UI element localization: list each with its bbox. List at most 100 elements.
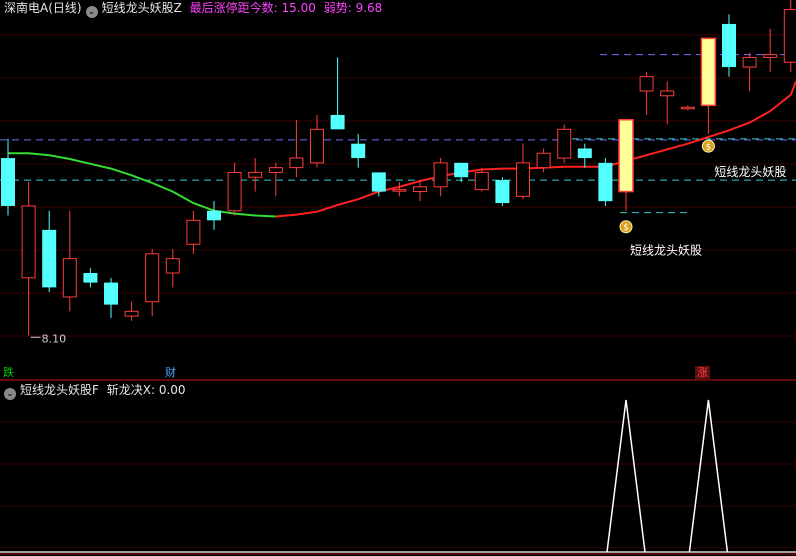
stat1-label: 最后涨停距今数: <box>189 1 278 15</box>
candle-body <box>330 114 345 130</box>
candlestick <box>207 201 221 230</box>
stock-name[interactable]: 深南电A(日线) <box>4 1 82 15</box>
signal-markers: $ 短线龙头妖股 $ 短线龙头妖股 <box>619 139 786 258</box>
grid-lines <box>0 34 796 555</box>
candle-body <box>145 253 160 303</box>
chart-canvas: 8.10 $ 短线龙头妖股 $ 短线龙头妖股 <box>0 0 796 555</box>
candlestick <box>104 277 118 319</box>
candle-body <box>104 282 118 305</box>
signal-spike <box>606 399 646 553</box>
candlestick <box>351 134 366 168</box>
candle-body <box>186 219 201 245</box>
candlestick <box>536 148 551 173</box>
candlestick <box>330 57 345 130</box>
candle-body <box>124 310 139 317</box>
candle-body <box>227 171 242 212</box>
sub-indicator-label: 斩龙决X: <box>106 383 155 397</box>
sub-indicator-name[interactable]: 短线龙头妖股F <box>20 383 99 397</box>
candle-body <box>42 229 57 288</box>
candlestick <box>700 37 717 135</box>
candlestick <box>289 119 304 178</box>
candle-body <box>310 128 324 164</box>
candle-body <box>248 171 263 178</box>
candlestick <box>62 210 77 312</box>
indicator-name[interactable]: 短线龙头妖股Z <box>102 1 182 15</box>
candlestick <box>742 52 757 91</box>
candlestick <box>1 138 15 216</box>
candlestick <box>495 177 510 206</box>
candle-body <box>207 210 221 221</box>
candle-body <box>1 158 15 206</box>
candle-body <box>83 273 98 283</box>
signal-label: 短线龙头妖股 <box>714 165 786 179</box>
candlestick <box>783 0 796 72</box>
candle-body <box>21 205 36 279</box>
candlestick <box>124 301 139 321</box>
candle-body <box>516 162 530 197</box>
candle-body <box>392 189 407 192</box>
candlestick <box>598 158 613 206</box>
sub-indicator-plot <box>0 399 796 553</box>
candle-body <box>598 162 613 202</box>
candlestick <box>83 268 98 288</box>
sub-header: ⌄ 短线龙头妖股F 斩龙决X: 0.00 <box>4 382 190 400</box>
money-bag-icon-glyph: $ <box>706 143 712 153</box>
money-bag-icon-glyph: $ <box>623 223 629 233</box>
candlestick <box>474 167 489 192</box>
candle-body <box>371 172 386 192</box>
candle-body <box>557 128 572 159</box>
dropdown-chevron-icon[interactable]: ⌄ <box>85 6 98 18</box>
candlestick <box>516 143 530 200</box>
low-price-label: 8.10 <box>42 332 67 345</box>
candle-body <box>577 148 592 159</box>
candle-body <box>763 54 778 58</box>
sub-indicator-value: 0.00 <box>158 383 186 397</box>
stat2-value: 9.68 <box>355 1 383 15</box>
stat1-value: 15.00 <box>281 1 316 15</box>
candlestick <box>186 210 201 254</box>
marker-cai: 财 <box>165 366 176 379</box>
candle-body <box>268 167 283 173</box>
candle-body <box>474 171 489 191</box>
candlestick <box>42 210 57 293</box>
candle-body <box>722 23 736 68</box>
candlestick <box>433 158 448 197</box>
candle-body <box>454 162 469 178</box>
candle-body <box>165 258 180 274</box>
candle-body <box>783 9 796 63</box>
candlestick <box>639 71 654 115</box>
moving-average-line <box>8 81 796 218</box>
candle-body <box>680 106 695 110</box>
candle-body <box>536 152 551 169</box>
candle-body <box>639 76 654 92</box>
candlestick <box>392 182 407 197</box>
candle-body <box>660 90 675 97</box>
candlestick <box>310 114 324 168</box>
candle-body-limit-up <box>618 118 634 193</box>
candle-body <box>742 56 757 68</box>
candlestick <box>21 182 36 336</box>
candlestick <box>660 81 675 125</box>
marker-zhang: 涨 <box>695 366 710 380</box>
candlestick <box>680 105 695 111</box>
candlestick <box>618 118 634 211</box>
candlestick <box>557 124 572 163</box>
candlestick <box>413 182 427 202</box>
dropdown-chevron-icon[interactable]: ⌄ <box>4 388 16 400</box>
candlestick <box>145 249 160 317</box>
candle-body <box>433 162 448 188</box>
marker-die: 跌 <box>3 366 14 379</box>
candle-body <box>62 258 77 298</box>
candle-body <box>413 186 427 193</box>
candle-body-limit-up <box>700 37 717 107</box>
candlestick <box>165 249 180 288</box>
candlestick <box>248 158 263 192</box>
candlestick <box>227 162 242 216</box>
candle-body <box>495 180 510 204</box>
candlestick <box>454 162 469 182</box>
signal-label: 短线龙头妖股 <box>630 244 702 258</box>
candlestick <box>722 14 736 77</box>
stat2-label: 弱势: <box>323 1 352 15</box>
candle-body <box>351 143 366 159</box>
candle-body <box>289 157 304 169</box>
